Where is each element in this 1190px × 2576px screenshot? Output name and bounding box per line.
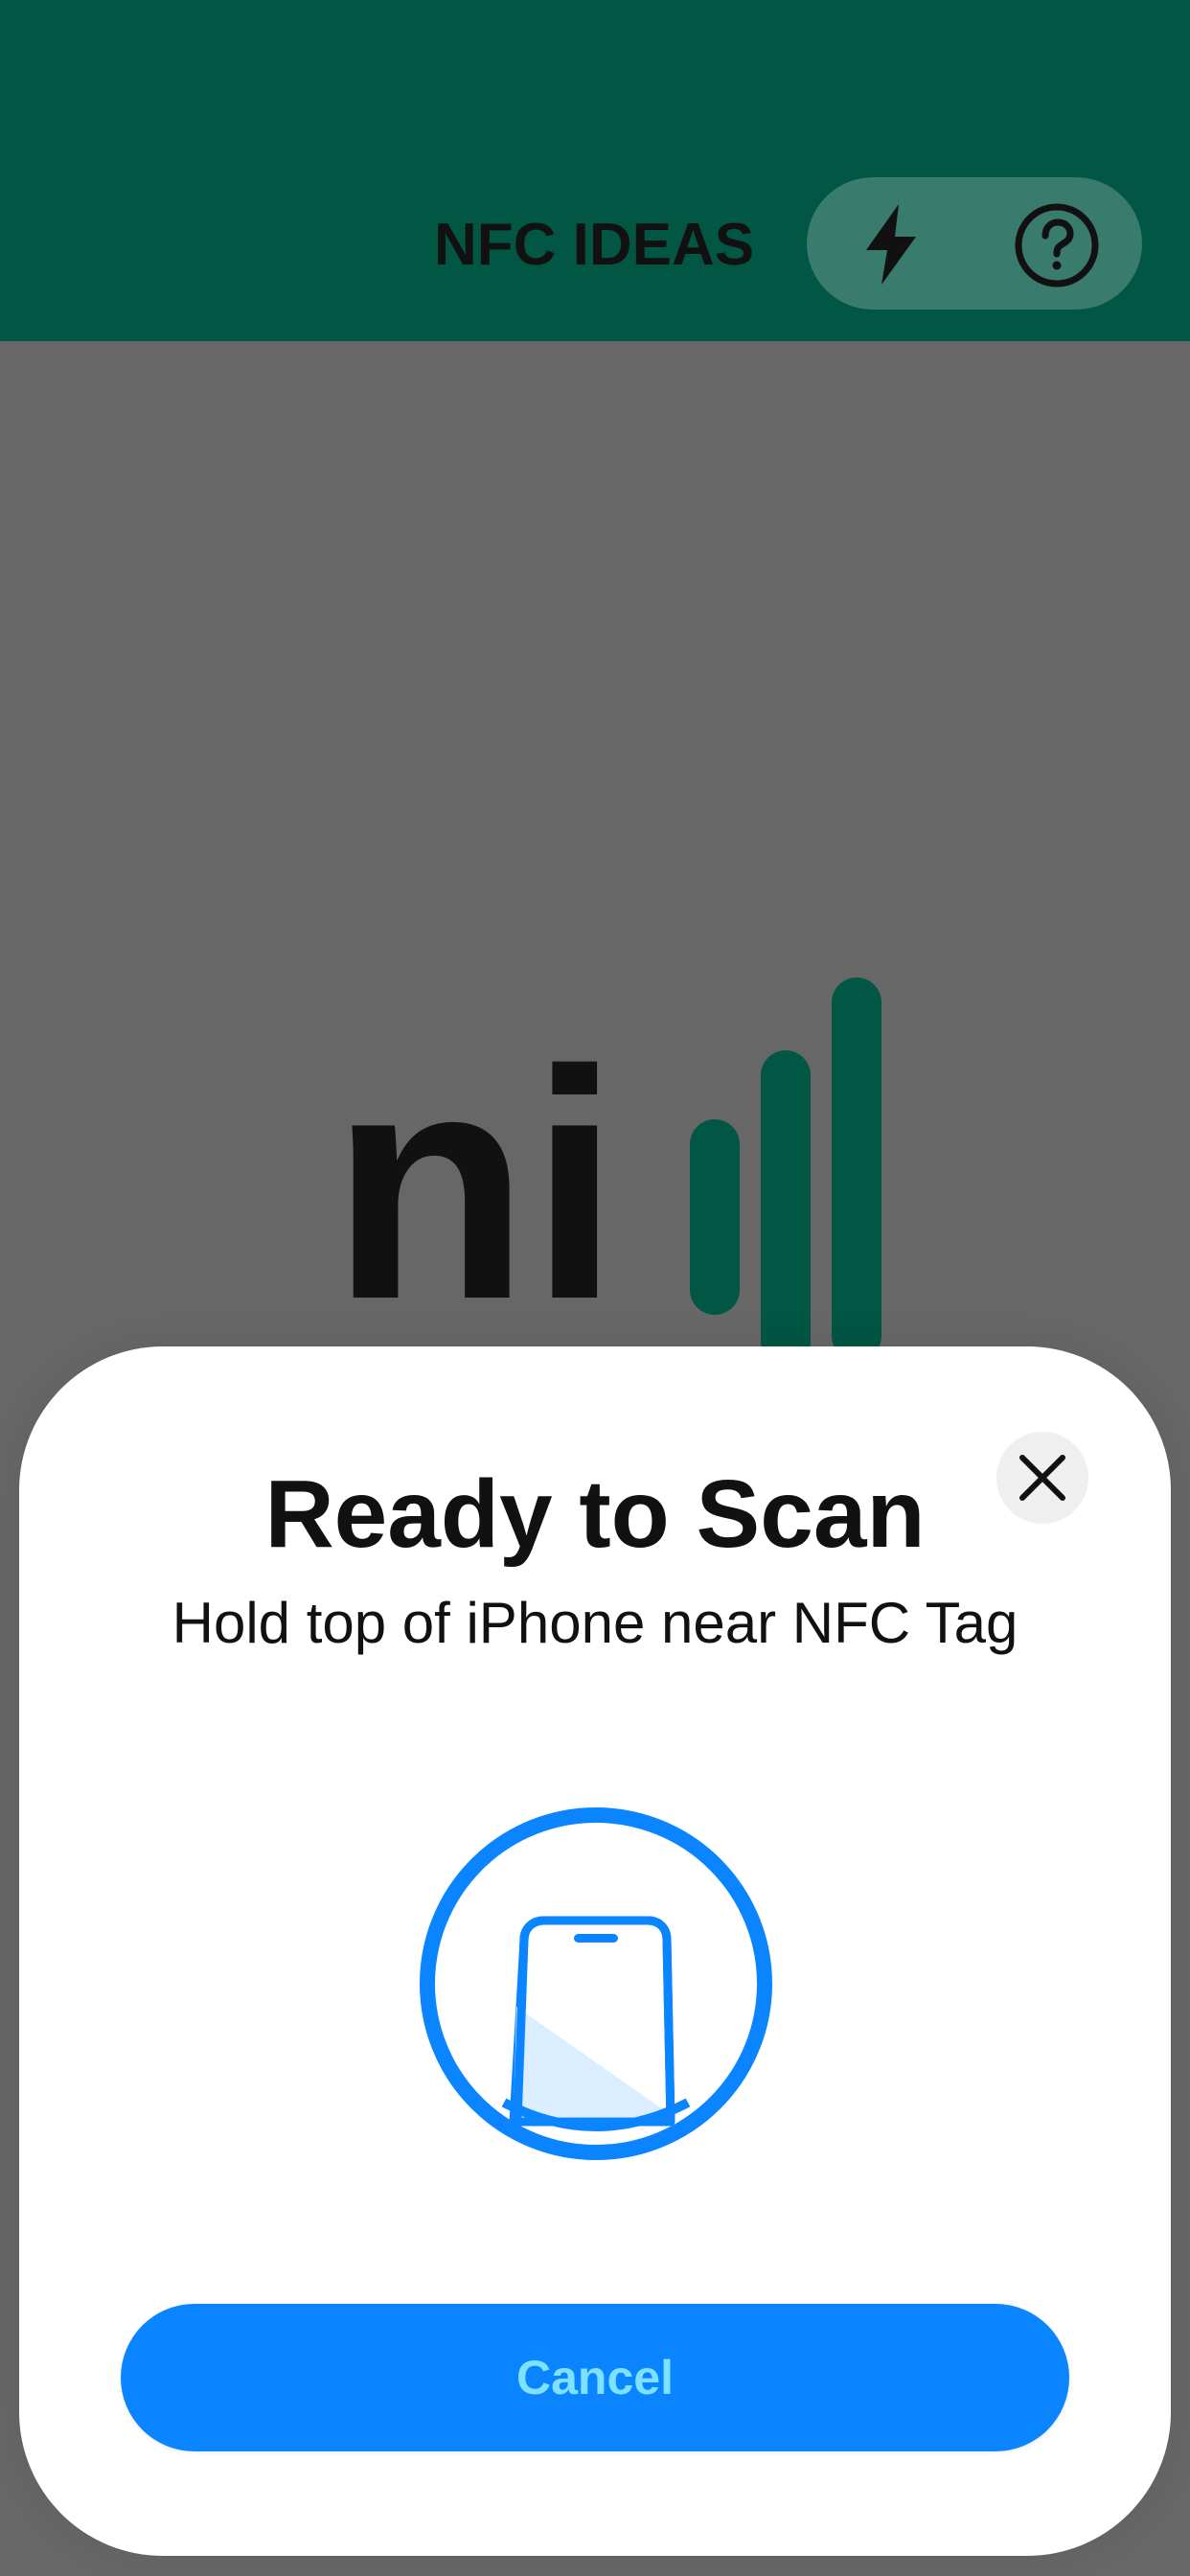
- cancel-label: Cancel: [516, 2351, 674, 2404]
- lightning-bolt-icon[interactable]: [845, 198, 937, 290]
- app-title: NFC IDEAS: [434, 212, 755, 278]
- header-actions-pill: [807, 177, 1142, 310]
- question-circle-icon[interactable]: [1014, 202, 1100, 288]
- app-header: NFC IDEAS: [0, 0, 1190, 341]
- logo-text: ni: [331, 1003, 620, 1351]
- sheet-title: Ready to Scan: [264, 1460, 926, 1568]
- sheet-subtitle: Hold top of iPhone near NFC Tag: [172, 1591, 1018, 1655]
- screen: NFC IDEAS ni Ready to Scan Hold top of i…: [0, 0, 1190, 2576]
- cancel-button[interactable]: Cancel: [121, 2304, 1069, 2451]
- iphone-scan-icon: [418, 1806, 774, 2162]
- app-logo: ni: [326, 968, 901, 1368]
